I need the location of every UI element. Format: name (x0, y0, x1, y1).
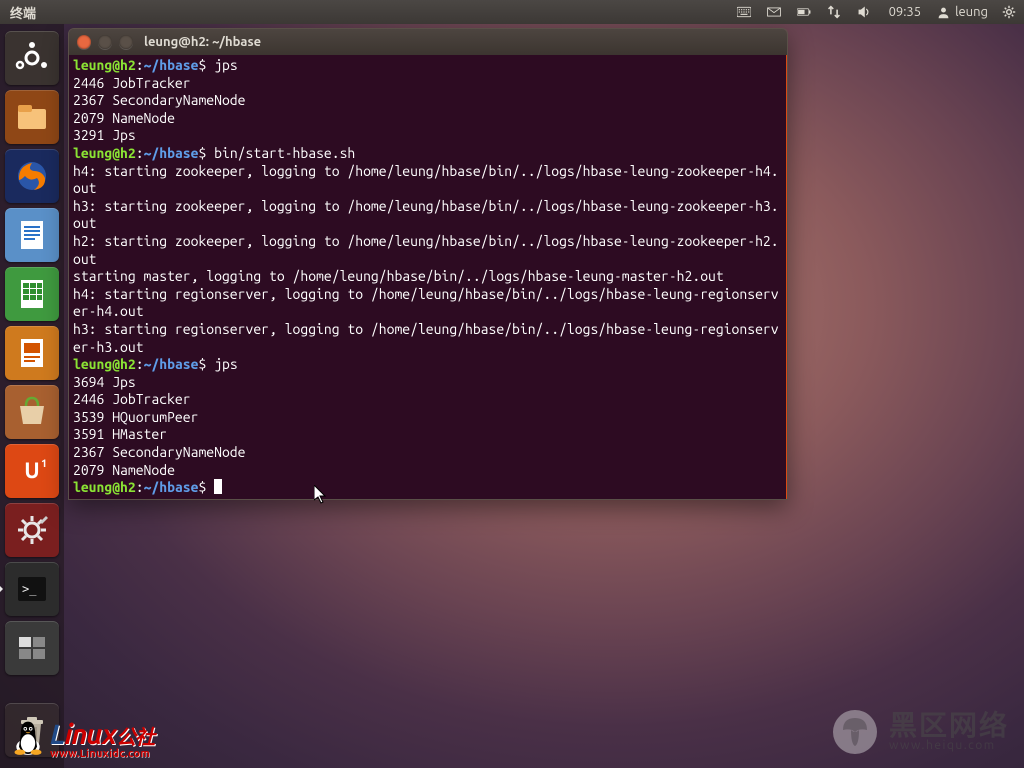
output-line: 3591 HMaster (73, 426, 167, 442)
user-icon (937, 6, 950, 19)
libreoffice-calc-icon[interactable] (5, 267, 59, 321)
output-line: h4: starting regionserver, logging to /h… (73, 286, 779, 320)
top-panel: 终端 09:35 leung (0, 0, 1024, 24)
session-menu[interactable]: leung (931, 5, 994, 19)
watermark-left-url: www.Linuxidc.com (50, 749, 154, 760)
watermark-heiqu: 黑区网络 www.heiqu.com (831, 708, 1009, 756)
prompt-path: ~/hbase (144, 57, 199, 73)
ubuntu-one-icon[interactable]: U1 (5, 444, 59, 498)
output-line: 2367 SecondaryNameNode (73, 444, 245, 460)
prompt-user: leung@h2 (73, 57, 136, 73)
network-indicator-icon[interactable] (819, 5, 849, 19)
terminal-body[interactable]: leung@h2:~/hbase$ jps 2446 JobTracker 23… (69, 55, 787, 499)
keyboard-indicator-icon[interactable] (729, 5, 759, 19)
cmd-start-hbase: bin/start-hbase.sh (214, 145, 355, 161)
battery-indicator-icon[interactable] (789, 5, 819, 19)
app-menu-label[interactable]: 终端 (0, 3, 46, 22)
output-line: 2079 NameNode (73, 462, 175, 478)
output-line: 2446 JobTracker (73, 75, 191, 91)
terminal-launcher-icon[interactable]: >_ (5, 562, 59, 616)
window-titlebar[interactable]: leung@h2: ~/hbase (69, 29, 787, 55)
watermark-linuxidc: Linux公社 www.Linuxidc.com (10, 716, 154, 760)
output-line: h3: starting regionserver, logging to /h… (73, 321, 779, 355)
system-gear-icon[interactable] (994, 5, 1024, 19)
output-line: h2: starting zookeeper, logging to /home… (73, 233, 779, 267)
window-minimize-button[interactable] (98, 35, 112, 49)
firefox-icon[interactable] (5, 149, 59, 203)
mail-indicator-icon[interactable] (759, 5, 789, 19)
svg-text:>_: >_ (22, 582, 37, 596)
unity-launcher: U1 >_ (0, 24, 64, 768)
window-maximize-button[interactable] (119, 35, 133, 49)
terminal-window: leung@h2: ~/hbase leung@h2:~/hbase$ jps … (68, 28, 788, 500)
output-line: 2079 NameNode (73, 110, 175, 126)
output-line: 3539 HQuorumPeer (73, 409, 198, 425)
libreoffice-impress-icon[interactable] (5, 326, 59, 380)
sound-indicator-icon[interactable] (849, 5, 879, 19)
output-line: h4: starting zookeeper, logging to /home… (73, 163, 779, 197)
clock[interactable]: 09:35 (879, 5, 932, 19)
output-line: starting master, logging to /home/leung/… (73, 268, 724, 284)
watermark-left-title: Linux公社 (50, 721, 154, 749)
window-close-button[interactable] (77, 35, 91, 49)
cmd-jps-2: jps (214, 356, 238, 372)
watermark-right-url: www.heiqu.com (889, 740, 1009, 752)
workspace-switcher-icon[interactable] (5, 621, 59, 675)
software-center-icon[interactable] (5, 385, 59, 439)
system-settings-icon[interactable] (5, 503, 59, 557)
libreoffice-writer-icon[interactable] (5, 208, 59, 262)
nautilus-icon[interactable] (5, 90, 59, 144)
svg-text:U: U (24, 458, 39, 483)
output-line: 3694 Jps (73, 374, 136, 390)
output-line: 3291 Jps (73, 127, 136, 143)
mushroom-icon (831, 708, 879, 756)
window-title: leung@h2: ~/hbase (144, 35, 261, 49)
cmd-jps-1: jps (214, 57, 238, 73)
tux-icon (10, 716, 46, 760)
terminal-cursor (214, 479, 222, 494)
svg-text:1: 1 (41, 458, 47, 470)
watermark-right-title: 黑区网络 (889, 712, 1009, 740)
output-line: h3: starting zookeeper, logging to /home… (73, 198, 779, 232)
output-line: 2367 SecondaryNameNode (73, 92, 245, 108)
dash-home-icon[interactable] (5, 31, 59, 85)
session-username: leung (955, 5, 988, 19)
output-line: 2446 JobTracker (73, 391, 191, 407)
